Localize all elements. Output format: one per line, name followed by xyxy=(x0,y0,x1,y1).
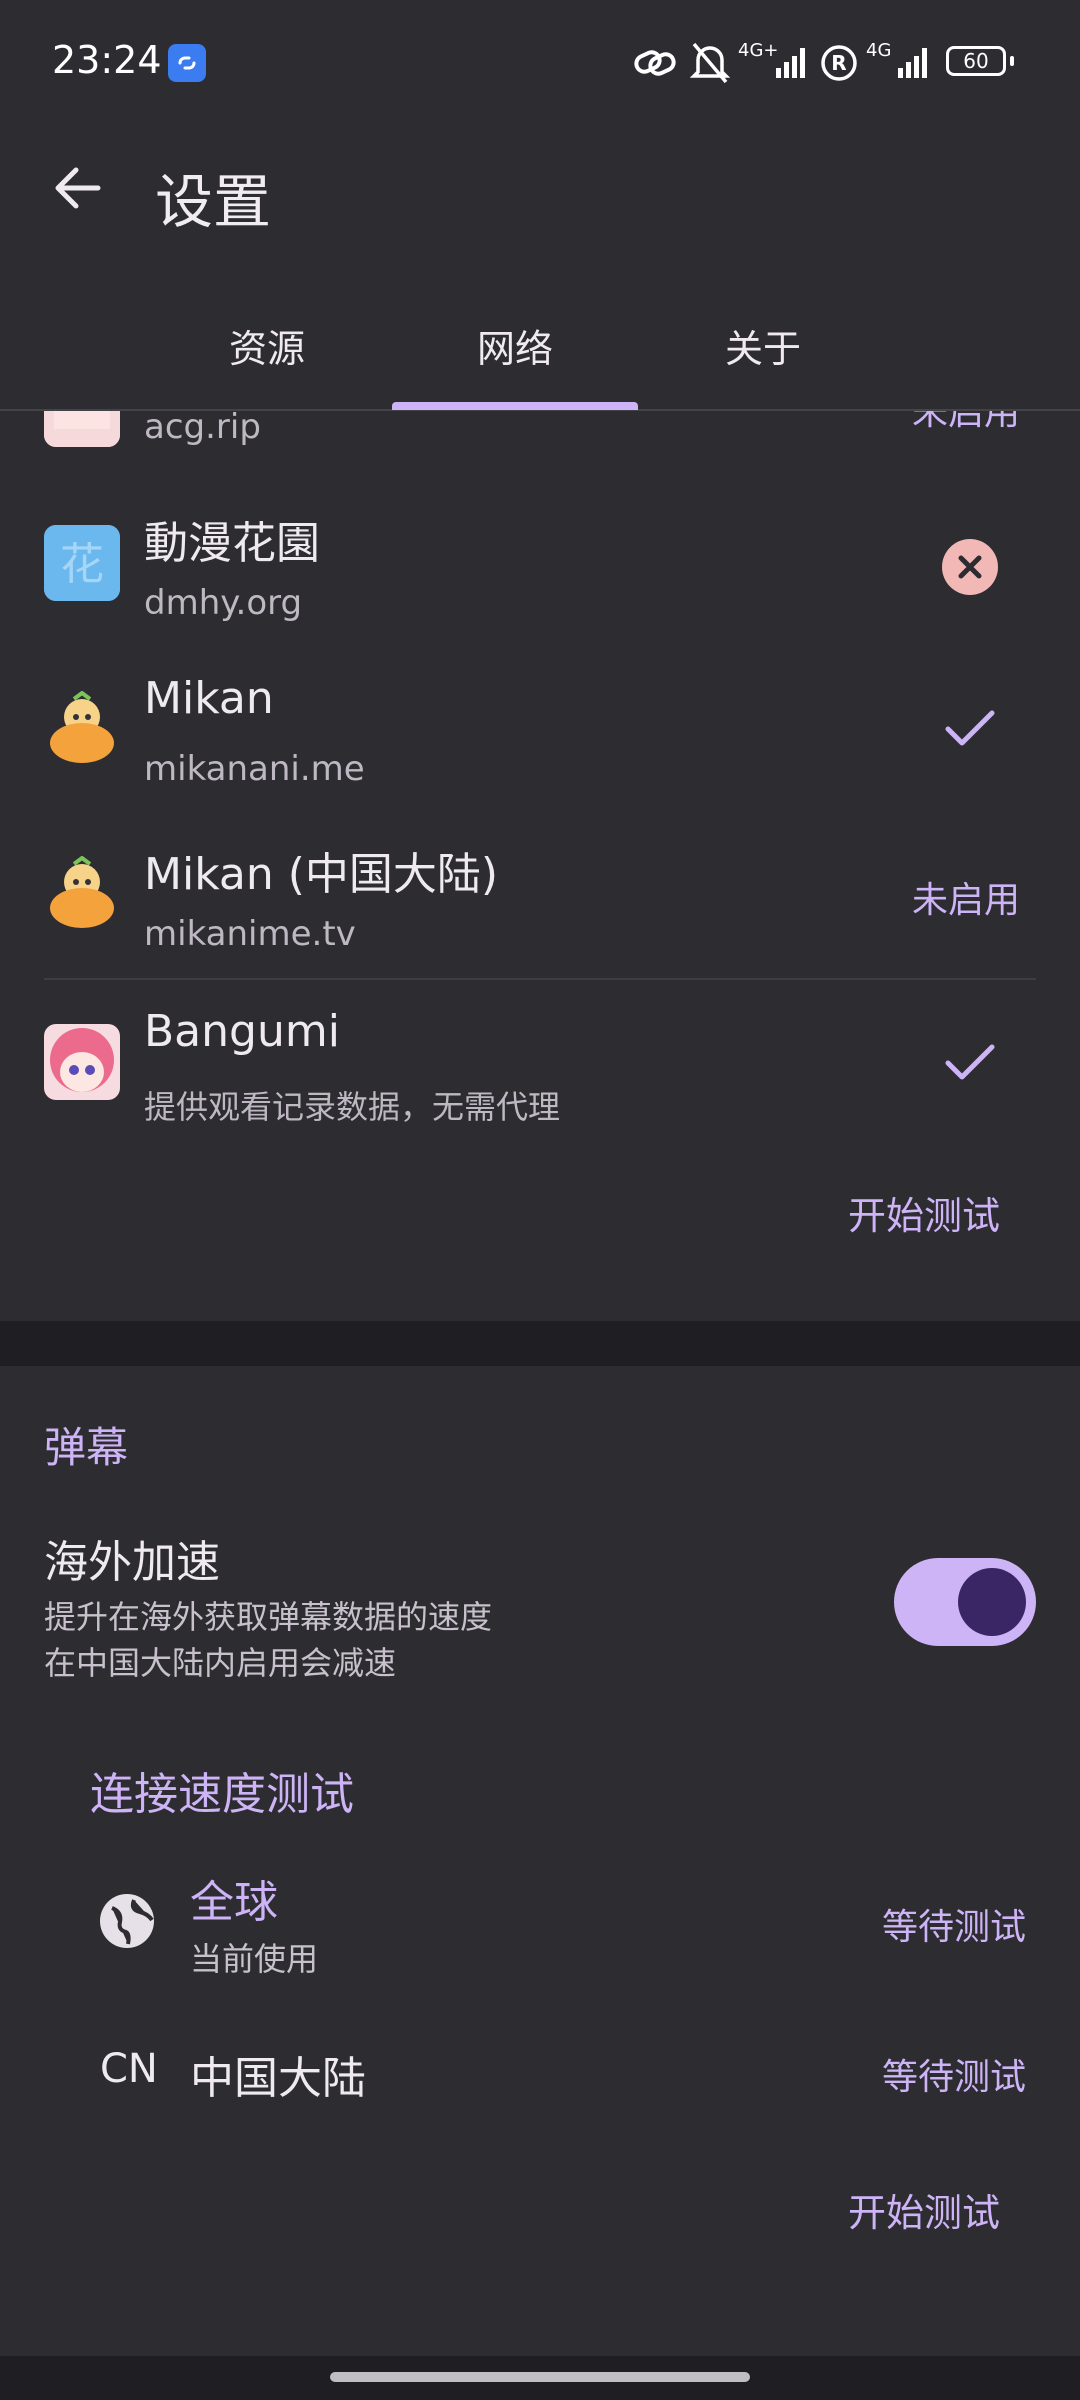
source-status[interactable]: 未启用 xyxy=(912,871,1020,923)
mikan-mascot-icon xyxy=(44,856,120,932)
speed-test-start-button[interactable]: 开始测试 xyxy=(848,2182,1000,2237)
registered-icon: R xyxy=(820,44,858,86)
globe-icon xyxy=(98,1892,156,1954)
overseas-accel-desc-2: 在中国大陆内启用会减速 xyxy=(44,1644,397,1682)
source-host: acg.rip xyxy=(144,411,261,447)
region-global-label: 全球 xyxy=(190,1877,278,1928)
bangumi-avatar-icon xyxy=(44,1024,120,1100)
back-arrow-icon[interactable] xyxy=(50,160,106,220)
link-icon xyxy=(632,40,678,90)
region-global-sub: 当前使用 xyxy=(190,1940,319,1978)
divider xyxy=(44,978,1036,980)
region-global-status: 等待测试 xyxy=(882,1907,1027,1948)
tab-about[interactable]: 关于 xyxy=(643,318,883,373)
signal-icon xyxy=(898,44,932,82)
page-title: 设置 xyxy=(155,168,272,236)
sources-card: acg.rip 未启用 花 動漫花園 dmhy.org Mikan mikana… xyxy=(0,411,1080,1321)
source-name: 動漫花園 xyxy=(144,518,320,569)
clock: 23:24 xyxy=(52,38,162,82)
status-bar: 23:24 4G+ R 4G 60 xyxy=(0,0,1080,130)
tab-resources[interactable]: 资源 xyxy=(147,318,387,373)
region-cn-prefix: CN xyxy=(100,2046,158,2092)
source-host: mikanani.me xyxy=(144,749,365,789)
signal-icon xyxy=(776,44,810,82)
source-host: dmhy.org xyxy=(144,583,303,623)
tab-network[interactable]: 网络 xyxy=(395,318,635,373)
mikan-mascot-icon xyxy=(44,691,120,767)
section-title: 弹幕 xyxy=(44,1423,129,1472)
network-type-1: 4G+ xyxy=(738,40,779,61)
source-name: Mikan xyxy=(144,673,274,724)
speed-test-title: 连接速度测试 xyxy=(90,1769,354,1820)
start-test-button[interactable]: 开始测试 xyxy=(848,1185,1000,1240)
home-gesture-handle[interactable] xyxy=(330,2372,750,2382)
mute-bell-icon xyxy=(689,40,731,90)
svg-text:R: R xyxy=(831,51,846,75)
toggle-knob xyxy=(958,1568,1026,1636)
error-icon[interactable] xyxy=(942,539,998,599)
battery-tip xyxy=(1010,56,1014,66)
network-type-2: 4G xyxy=(866,40,892,61)
source-name: Bangumi xyxy=(144,1006,340,1057)
overseas-accel-title: 海外加速 xyxy=(44,1537,220,1588)
check-icon[interactable] xyxy=(944,707,996,755)
source-host: 提供观看记录数据，无需代理 xyxy=(144,1088,561,1126)
source-name: Mikan (中国大陆) xyxy=(144,849,499,900)
check-icon[interactable] xyxy=(944,1041,996,1089)
tab-indicator xyxy=(392,402,638,410)
battery-level: 60 xyxy=(963,49,989,73)
source-status[interactable]: 未启用 xyxy=(912,411,1020,435)
battery-icon: 60 xyxy=(946,46,1006,76)
overseas-accel-desc-1: 提升在海外获取弹幕数据的速度 xyxy=(44,1598,493,1636)
dmhy-logo-icon: 花 xyxy=(44,525,120,601)
source-host: mikanime.tv xyxy=(144,914,356,954)
acg-avatar-icon xyxy=(44,411,120,447)
app-notification-icon xyxy=(168,44,206,82)
region-cn-status: 等待测试 xyxy=(882,2057,1027,2098)
region-cn-label: 中国大陆 xyxy=(190,2053,366,2104)
overseas-accel-toggle[interactable] xyxy=(894,1558,1036,1646)
svg-text:花: 花 xyxy=(60,539,104,590)
